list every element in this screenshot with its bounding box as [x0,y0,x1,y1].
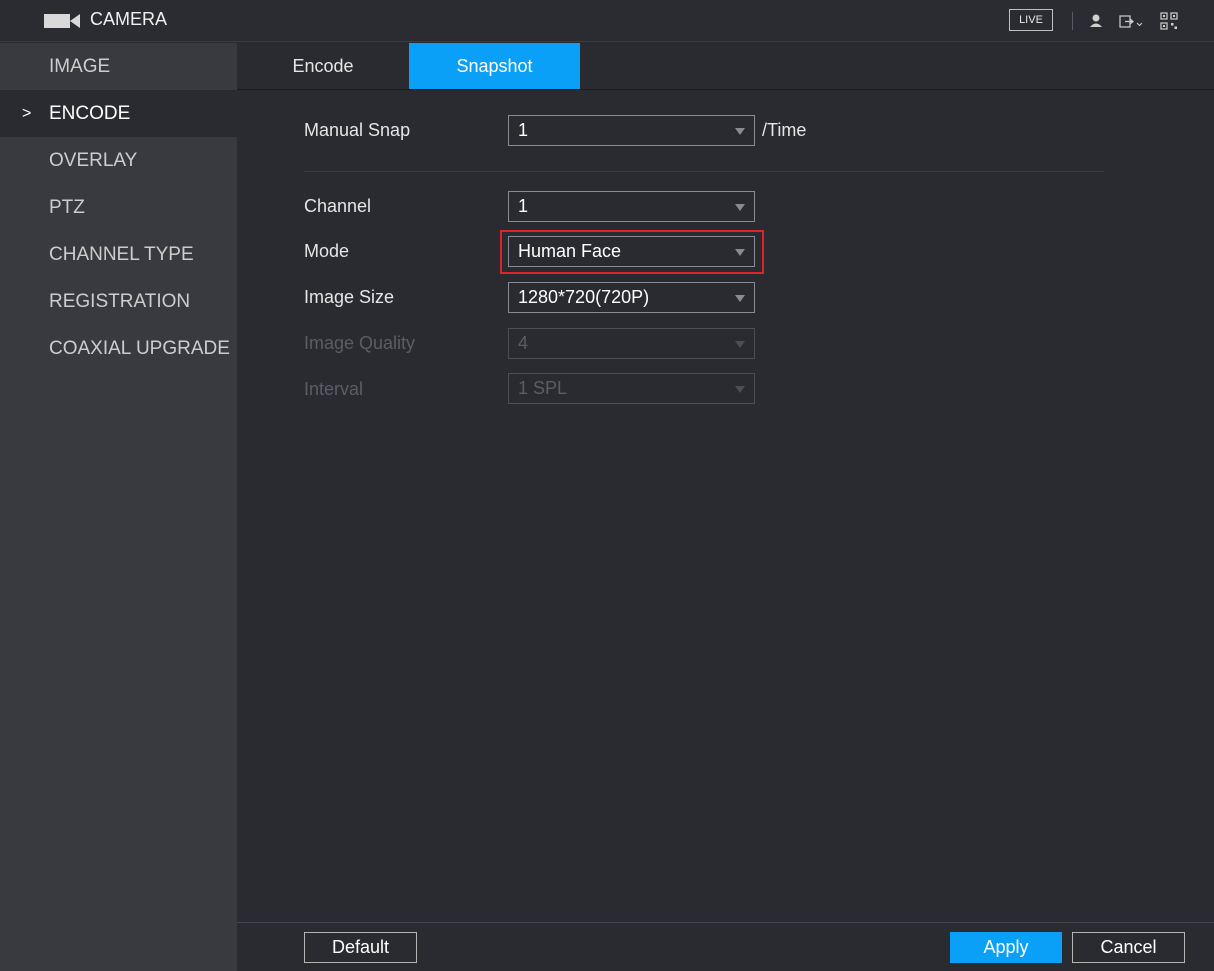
sidebar-item-coaxial-upgrade[interactable]: COAXIAL UPGRADE [0,325,237,372]
sidebar-item-label: PTZ [49,197,85,218]
image-size-value: 1280*720(720P) [518,287,650,307]
sidebar-item-channel-type[interactable]: CHANNEL TYPE [0,231,237,278]
highlight-box [500,230,764,274]
sidebar-item-registration[interactable]: REGISTRATION [0,278,237,325]
manual-snap-label: Manual Snap [304,120,411,140]
tab-encode[interactable]: Encode [237,43,409,90]
sidebar-item-label: IMAGE [49,56,111,77]
qr-code-icon[interactable] [1160,12,1178,30]
sidebar-item-image[interactable]: IMAGE [0,43,237,90]
tab-divider [237,89,1214,90]
chevron-down-icon [735,128,745,135]
manual-snap-select[interactable]: 1 [508,115,755,146]
chevron-down-icon [735,386,745,393]
chevron-down-icon [735,204,745,211]
channel-value: 1 [518,196,529,216]
divider [1072,12,1073,30]
tab-snapshot[interactable]: Snapshot [409,43,580,90]
sidebar-item-encode[interactable]: > ENCODE [0,90,237,137]
page-title: CAMERA [90,9,168,29]
apply-button[interactable]: Apply [950,932,1062,963]
image-quality-select: 4 [508,328,755,359]
chevron-right-icon: > [22,105,32,122]
manual-snap-value: 1 [518,120,529,140]
user-icon[interactable] [1088,12,1104,30]
mode-label: Mode [304,241,350,261]
sidebar-item-overlay[interactable]: OVERLAY [0,137,237,184]
interval-value: 1 SPL [518,378,568,398]
sidebar-item-label: COAXIAL UPGRADE [49,338,230,359]
top-bar: CAMERA LIVE [0,0,1214,42]
sidebar-item-label: OVERLAY [49,150,138,171]
default-button[interactable]: Default [304,932,417,963]
manual-snap-unit: /Time [762,120,807,140]
image-quality-label: Image Quality [304,333,416,353]
channel-label: Channel [304,196,372,216]
chevron-down-icon [735,295,745,302]
divider [237,922,1214,923]
live-button[interactable]: LIVE [1009,9,1053,31]
sidebar-item-label: CHANNEL TYPE [49,244,194,265]
chevron-down-icon [735,341,745,348]
image-size-label: Image Size [304,287,395,307]
interval-label: Interval [304,379,364,399]
image-size-select[interactable]: 1280*720(720P) [508,282,755,313]
sidebar-item-ptz[interactable]: PTZ [0,184,237,231]
sidebar-item-label: REGISTRATION [49,291,191,312]
divider [304,171,1104,172]
logout-icon[interactable] [1119,12,1145,30]
interval-select: 1 SPL [508,373,755,404]
image-quality-value: 4 [518,333,529,353]
cancel-button[interactable]: Cancel [1072,932,1185,963]
camera-icon [44,14,80,28]
sidebar-item-label: ENCODE [49,103,131,124]
sidebar: IMAGE > ENCODE OVERLAY PTZ CHANNEL TYPE … [0,43,237,971]
channel-select[interactable]: 1 [508,191,755,222]
